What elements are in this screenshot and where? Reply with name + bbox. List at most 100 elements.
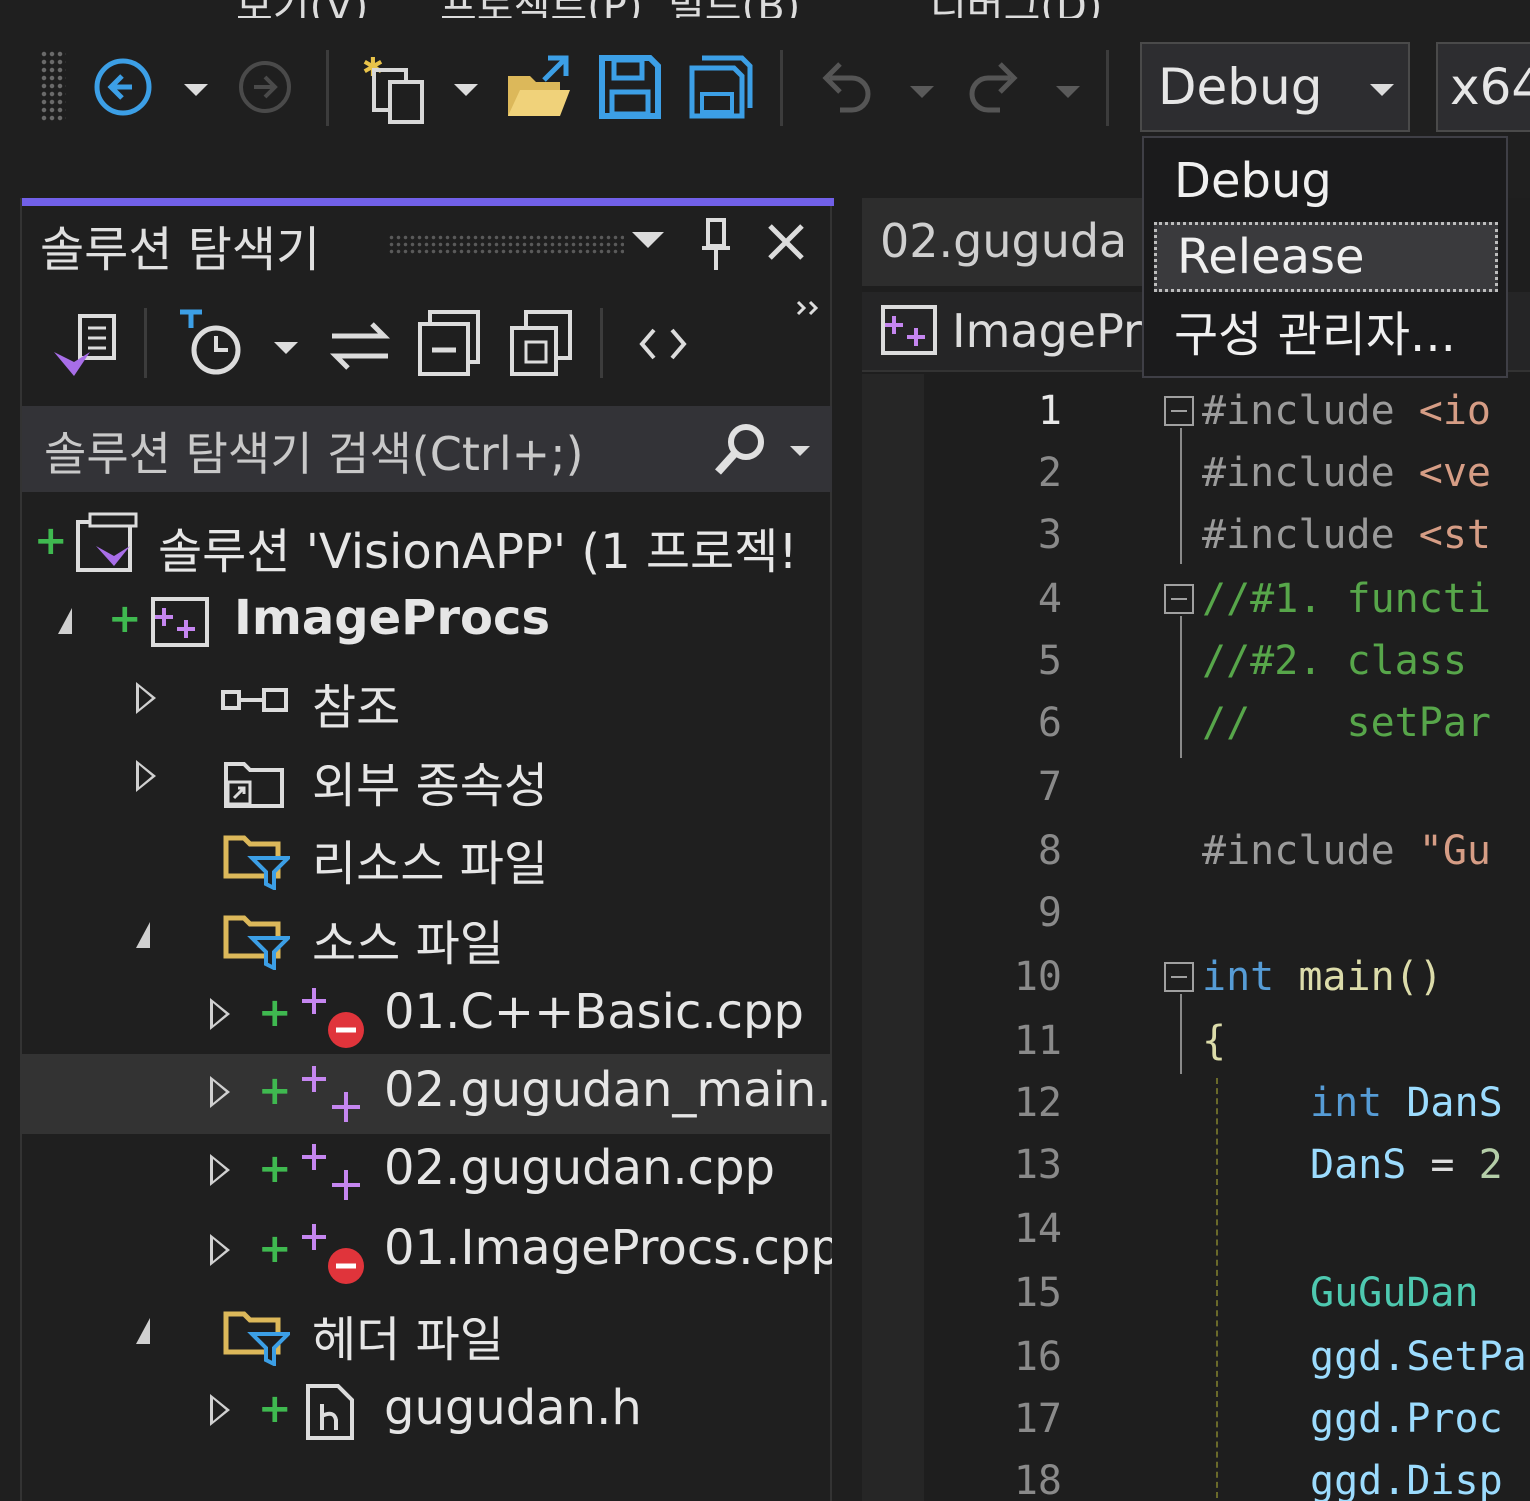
solution-platform-select[interactable]: x64 xyxy=(1436,42,1530,132)
line-number: 16 xyxy=(1013,1334,1062,1380)
menu-item-build[interactable]: 빌드(B) xyxy=(668,0,800,18)
code-line[interactable]: #include <io xyxy=(1202,388,1491,434)
tree-node-references[interactable]: 참조 xyxy=(22,660,832,740)
menu-item-debug[interactable]: 디버그(D) xyxy=(930,0,1102,18)
file-label: 02.gugudan.cpp xyxy=(384,1140,776,1196)
document-tab[interactable]: 02.guguda xyxy=(862,198,1162,286)
git-added-icon: + xyxy=(258,1146,292,1192)
view-code-icon[interactable] xyxy=(638,324,688,364)
cpp-file-icon xyxy=(300,1062,366,1128)
close-icon[interactable] xyxy=(764,220,808,264)
pin-icon[interactable] xyxy=(698,216,734,272)
configuration-value: Debug xyxy=(1158,58,1323,116)
dropdown-option-configuration-manager[interactable]: 구성 관리자... xyxy=(1154,300,1498,370)
menu-item-project[interactable]: 프로젝트(P) xyxy=(440,0,643,18)
line-number: 5 xyxy=(1037,638,1062,684)
search-icon[interactable] xyxy=(712,422,768,478)
save-all-icon[interactable] xyxy=(688,54,754,120)
back-arrow-icon[interactable] xyxy=(92,56,154,118)
explorer-search-box[interactable]: 솔루션 탐색기 검색(Ctrl+;) xyxy=(22,406,832,492)
search-options-chevron-icon[interactable] xyxy=(790,446,810,456)
line-number: 18 xyxy=(1013,1458,1062,1501)
tree-node-file[interactable]: + gugudan.h xyxy=(22,1372,832,1452)
tree-node-resource-files[interactable]: 리소스 파일 xyxy=(22,816,832,896)
code-line[interactable]: // setPar xyxy=(1202,700,1491,746)
tree-node-file[interactable]: + 01.ImageProcs.cpp xyxy=(22,1212,832,1292)
overflow-chevron-icon[interactable] xyxy=(794,300,824,320)
collapsed-chevron-icon[interactable] xyxy=(210,1076,230,1108)
tree-node-file[interactable]: + 02.gugudan.cpp xyxy=(22,1132,832,1212)
solution-configuration-select[interactable]: Debug xyxy=(1140,42,1410,132)
undo-icon[interactable] xyxy=(816,56,876,118)
platform-value: x64 xyxy=(1450,58,1530,116)
tree-node-source-files[interactable]: 소스 파일 xyxy=(22,896,832,976)
undo-dropdown-icon[interactable] xyxy=(910,86,934,98)
forward-arrow-icon[interactable] xyxy=(236,58,294,116)
tree-node-header-files[interactable]: 헤더 파일 xyxy=(22,1292,832,1372)
code-line[interactable]: GuGuDan xyxy=(1310,1270,1503,1316)
code-line[interactable]: #include "Gu xyxy=(1202,828,1491,874)
new-project-icon[interactable]: ✱ xyxy=(360,52,436,124)
line-number: 6 xyxy=(1037,700,1062,746)
collapse-region-icon[interactable] xyxy=(1164,396,1194,426)
tree-node-file[interactable]: + 01.C++Basic.cpp xyxy=(22,976,832,1056)
header-files-label: 헤더 파일 xyxy=(312,1312,504,1368)
expanded-chevron-icon[interactable] xyxy=(58,608,72,634)
collapse-all-icon[interactable] xyxy=(416,308,482,378)
panel-grip[interactable] xyxy=(388,234,624,256)
dropdown-option-debug[interactable]: Debug xyxy=(1154,146,1498,216)
solution-label: 솔루션 'VisionAPP' (1 프로젝! xyxy=(158,524,798,580)
file-label: 01.ImageProcs.cpp xyxy=(384,1220,832,1276)
tree-node-solution[interactable]: + 솔루션 'VisionAPP' (1 프로젝! xyxy=(22,504,832,584)
menu-item-view[interactable]: 보기(V) xyxy=(236,0,368,18)
collapse-region-icon[interactable] xyxy=(1164,584,1194,614)
collapsed-chevron-icon[interactable] xyxy=(210,998,230,1030)
code-line[interactable]: ggd.Proc xyxy=(1310,1396,1503,1442)
filter-folder-icon xyxy=(222,828,293,892)
collapsed-chevron-icon[interactable] xyxy=(136,682,156,714)
dropdown-option-release[interactable]: Release xyxy=(1154,222,1498,292)
tree-node-project[interactable]: + ImageProcs xyxy=(22,582,832,662)
redo-dropdown-icon[interactable] xyxy=(1056,86,1080,98)
toolbar-grip-icon[interactable] xyxy=(40,50,66,122)
collapsed-chevron-icon[interactable] xyxy=(210,1234,230,1266)
filter-dropdown-icon[interactable] xyxy=(274,342,298,354)
tree-node-external-dependencies[interactable]: 외부 종속성 xyxy=(22,738,832,818)
collapsed-chevron-icon[interactable] xyxy=(210,1154,230,1186)
nav-project-dropdown[interactable]: ImagePr xyxy=(952,304,1142,358)
open-folder-icon[interactable] xyxy=(504,54,574,122)
save-icon[interactable] xyxy=(598,54,662,120)
collapsed-chevron-icon[interactable] xyxy=(210,1394,230,1426)
code-line[interactable]: ggd.Disp xyxy=(1310,1458,1503,1501)
new-project-dropdown-icon[interactable] xyxy=(454,84,478,96)
code-line[interactable]: #include <ve xyxy=(1202,450,1491,496)
line-number: 7 xyxy=(1037,764,1062,810)
code-line[interactable]: //#1. functi xyxy=(1202,576,1491,622)
panel-options-chevron-icon[interactable] xyxy=(632,232,664,248)
code-line[interactable]: //#2. class xyxy=(1202,638,1491,684)
switch-views-icon[interactable] xyxy=(50,312,120,382)
back-dropdown-icon[interactable] xyxy=(184,84,208,96)
pending-changes-filter-icon[interactable] xyxy=(174,308,264,380)
collapsed-chevron-icon[interactable] xyxy=(136,760,156,792)
show-all-files-icon[interactable] xyxy=(508,308,574,378)
expanded-chevron-icon[interactable] xyxy=(136,1318,150,1344)
active-panel-accent xyxy=(22,198,834,206)
collapse-region-icon[interactable] xyxy=(1164,962,1194,992)
line-number: 10 xyxy=(1013,954,1062,1000)
code-line[interactable]: #include <st xyxy=(1202,512,1491,558)
cpp-file-excluded-icon xyxy=(300,1220,366,1286)
code-line[interactable]: { xyxy=(1202,1018,1226,1064)
redo-icon[interactable] xyxy=(964,56,1024,118)
tree-node-file-selected[interactable]: + 02.gugudan_main.c xyxy=(22,1054,832,1134)
code-line[interactable]: int DanS xyxy=(1310,1080,1503,1126)
expanded-chevron-icon[interactable] xyxy=(136,922,150,948)
code-line[interactable]: ggd.SetPa xyxy=(1310,1334,1527,1380)
sync-active-document-icon[interactable] xyxy=(328,320,392,372)
git-added-icon: + xyxy=(258,1068,292,1114)
indent-guide xyxy=(1216,1078,1218,1498)
code-line[interactable]: int main() xyxy=(1202,954,1443,1000)
cpp-file-excluded-icon xyxy=(300,984,366,1050)
outline-line xyxy=(1180,428,1182,564)
code-line[interactable]: DanS = 2 xyxy=(1310,1142,1503,1188)
